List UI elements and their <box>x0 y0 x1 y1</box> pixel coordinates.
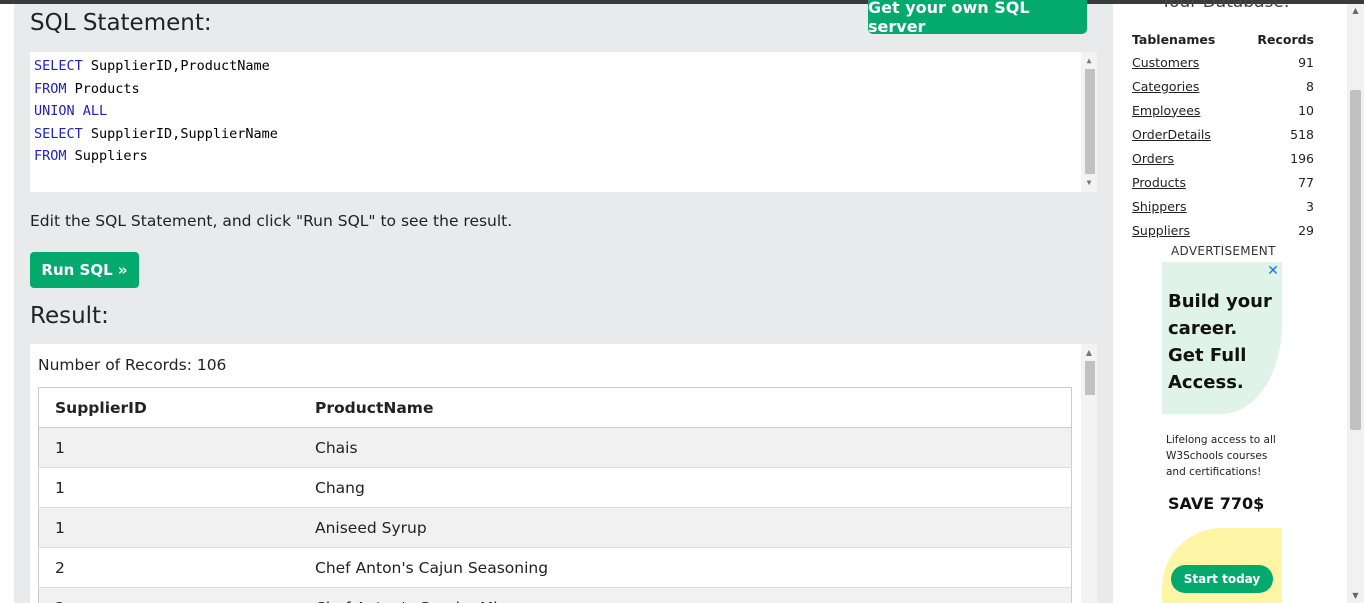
record-count-cell: 518 <box>1290 126 1314 142</box>
database-header-row: Tablenames Records <box>1131 28 1315 50</box>
table-header-row: SupplierID ProductName <box>38 387 1072 428</box>
table-cell: Chef Anton's Gumbo Mix <box>299 587 1072 603</box>
column-header: SupplierID <box>38 387 299 428</box>
close-icon[interactable]: ✕ <box>1266 264 1280 278</box>
table-cell: Chef Anton's Cajun Seasoning <box>299 547 1072 588</box>
table-link-customers[interactable]: Customers <box>1132 55 1199 70</box>
database-row: Categories 8 <box>1131 74 1315 98</box>
sql-editor[interactable]: SELECT SupplierID,ProductName FROM Produ… <box>30 52 1097 192</box>
column-header: ProductName <box>299 387 1072 428</box>
table-cell: 1 <box>38 467 299 508</box>
table-row: 1 Chais <box>38 427 1072 468</box>
database-sidebar: Your Database: Tablenames Records Custom… <box>1113 0 1347 603</box>
table-cell: 1 <box>38 427 299 468</box>
table-cell: 2 <box>38 547 299 588</box>
run-sql-button[interactable]: Run SQL » <box>30 252 139 288</box>
database-title: Your Database: <box>1161 0 1290 12</box>
result-table: SupplierID ProductName 1 Chais 1 Chang 1 An… <box>38 387 1072 603</box>
editor-scrollbar[interactable]: ▲ ▼ <box>1081 52 1097 192</box>
table-link-categories[interactable]: Categories <box>1132 79 1199 94</box>
record-count-cell: 10 <box>1298 102 1314 118</box>
record-count-cell: 91 <box>1298 54 1314 70</box>
database-row: Orders 196 <box>1131 146 1315 170</box>
left-gutter <box>0 4 14 603</box>
advertisement-label: ADVERTISEMENT <box>1171 244 1276 258</box>
database-row: Employees 10 <box>1131 98 1315 122</box>
table-link-products[interactable]: Products <box>1132 175 1186 190</box>
record-count-cell: 3 <box>1306 198 1314 214</box>
database-row: Products 77 <box>1131 170 1315 194</box>
page-scroll-thumb[interactable] <box>1350 90 1361 430</box>
table-row: 2Chef Anton's Gumbo Mix <box>38 587 1072 603</box>
record-count-cell: 8 <box>1306 78 1314 94</box>
editor-scroll-thumb[interactable] <box>1085 69 1095 174</box>
result-panel: Number of Records: 106 SupplierID Produc… <box>30 344 1097 603</box>
table-link-employees[interactable]: Employees <box>1132 103 1200 118</box>
database-table: Tablenames Records Customers 91 Categorie… <box>1131 28 1315 242</box>
tablenames-header: Tablenames <box>1132 31 1216 47</box>
scroll-up-icon[interactable]: ▲ <box>1081 346 1097 360</box>
ad-save-text: SAVE 770$ <box>1168 494 1265 513</box>
code-line: UNION ALL <box>34 103 108 119</box>
result-scroll-thumb[interactable] <box>1085 361 1095 395</box>
ad-subtext: Lifelong access to all W3Schools courses… <box>1166 434 1276 478</box>
table-link-orderdetails[interactable]: OrderDetails <box>1132 127 1211 142</box>
page-scrollbar[interactable]: ▲ ▼ <box>1347 4 1364 603</box>
record-count-cell: 29 <box>1298 222 1314 238</box>
table-cell: Chais <box>299 427 1072 468</box>
table-cell: 1 <box>38 507 299 548</box>
table-row: 1 Chang <box>38 467 1072 508</box>
database-row: Shippers 3 <box>1131 194 1315 218</box>
code-line: FROM Suppliers <box>34 148 148 164</box>
table-row: 1 Aniseed Syrup <box>38 507 1072 548</box>
record-count: Number of Records: 106 <box>38 356 227 374</box>
code-line: FROM Products <box>34 81 140 97</box>
get-sql-server-button[interactable]: Get your own SQL server <box>868 0 1087 36</box>
record-count-cell: 77 <box>1298 174 1314 190</box>
table-link-suppliers[interactable]: Suppliers <box>1132 223 1190 238</box>
database-row: Customers 91 <box>1131 50 1315 74</box>
result-heading: Result: <box>30 303 109 329</box>
result-scrollbar[interactable]: ▲ <box>1081 344 1097 603</box>
scroll-up-icon[interactable]: ▲ <box>1081 54 1097 68</box>
table-row: 2 Chef Anton's Cajun Seasoning <box>38 547 1072 588</box>
start-today-button[interactable]: Start today <box>1171 565 1273 593</box>
table-cell: 2 <box>38 587 299 603</box>
records-header: Records <box>1257 31 1314 47</box>
advertisement-banner[interactable]: ✕ Build your career. Get Full Access. Li… <box>1162 262 1282 603</box>
scroll-up-icon[interactable]: ▲ <box>1347 4 1364 18</box>
sql-statement-heading: SQL Statement: <box>30 10 212 36</box>
ad-headline: Build your career. Get Full Access. <box>1168 291 1272 393</box>
code-line: SELECT SupplierID,ProductName <box>34 58 270 74</box>
table-link-shippers[interactable]: Shippers <box>1132 199 1187 214</box>
scroll-down-icon[interactable]: ▼ <box>1347 589 1364 603</box>
scroll-down-icon[interactable]: ▼ <box>1081 176 1097 190</box>
table-cell: Aniseed Syrup <box>299 507 1072 548</box>
database-row: Suppliers 29 <box>1131 218 1315 242</box>
instruction-text: Edit the SQL Statement, and click "Run S… <box>30 212 513 230</box>
database-row: OrderDetails 518 <box>1131 122 1315 146</box>
record-count-cell: 196 <box>1290 150 1314 166</box>
code-line: SELECT SupplierID,SupplierName <box>34 126 278 142</box>
table-link-orders[interactable]: Orders <box>1132 151 1174 166</box>
table-cell: Chang <box>299 467 1072 508</box>
